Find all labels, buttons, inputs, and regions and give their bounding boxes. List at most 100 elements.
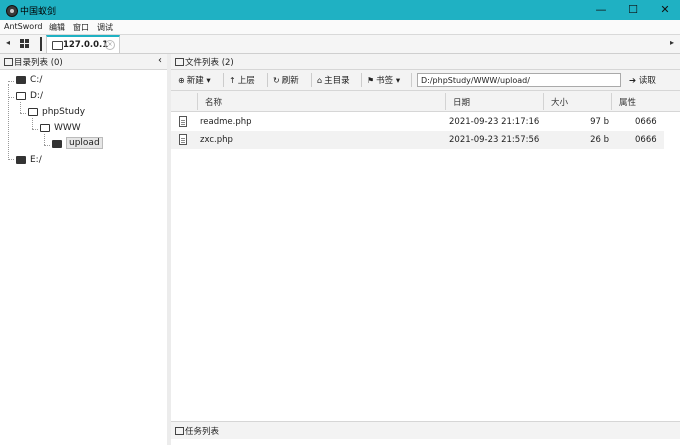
file-date: 2021-09-23 21:57:56 (449, 135, 540, 145)
column-header-size[interactable]: 大小 (551, 96, 568, 108)
chevron-down-icon: ▾ (395, 76, 401, 86)
tree-guide (20, 113, 26, 114)
file-panel: 文件列表 (2) ⊕新建 ▾ ↑上层 ↻刷新 ⌂主目录 ⚑书签 ▾ ➔ 读取 名… (171, 54, 680, 445)
task-panel-title: 任务列表 (185, 427, 220, 437)
bookmark-icon: ⚑ (367, 76, 375, 85)
tree-node-label: WWW (54, 123, 81, 133)
toolbar-divider (311, 73, 312, 87)
tree-guide (8, 84, 9, 158)
path-input[interactable] (417, 73, 621, 87)
up-button[interactable]: ↑ 上层 (229, 74, 255, 86)
toolbar-divider (223, 73, 224, 87)
tree-guide (8, 159, 14, 160)
folder-open-icon (40, 124, 50, 132)
toolbar-divider (411, 73, 412, 87)
file-name: readme.php (200, 117, 252, 127)
new-label: 新建 (186, 76, 204, 86)
tree-guide (32, 129, 38, 130)
column-header-name[interactable]: 名称 (205, 96, 222, 108)
file-table-header: 名称 日期 大小 属性 (171, 91, 664, 112)
tree-node-label: C:/ (30, 75, 43, 85)
file-panel-header: 文件列表 (2) (171, 54, 680, 70)
menu-debug[interactable]: 调试 (97, 22, 113, 33)
column-header-attr[interactable]: 属性 (619, 96, 636, 108)
table-header-spacer (664, 91, 680, 112)
up-label: 上层 (237, 76, 255, 86)
app-logo-icon (6, 5, 18, 17)
tab-divider (40, 37, 42, 51)
tab-grid-icon[interactable] (20, 39, 29, 48)
read-button[interactable]: ➔ 读取 (629, 74, 656, 86)
directory-panel-header: 目录列表 (0) ‹ (0, 54, 167, 70)
minimize-button[interactable]: — (585, 0, 617, 20)
home-button[interactable]: ⌂ 主目录 (317, 74, 350, 86)
tab-scroll-right-button[interactable]: ▸ (670, 38, 674, 47)
file-date: 2021-09-23 21:17:16 (449, 117, 540, 127)
refresh-label: 刷新 (281, 76, 299, 86)
folder-open-icon (16, 92, 26, 100)
folder-closed-icon (16, 156, 26, 164)
file-row[interactable]: zxc.php 2021-09-23 21:57:56 26 b 0666 (171, 131, 664, 149)
bookmark-button[interactable]: ⚑ 书签 ▾ (367, 74, 400, 86)
chevron-down-icon: ▾ (206, 76, 211, 86)
file-attr: 0666 (635, 135, 657, 145)
home-icon: ⌂ (317, 76, 323, 85)
php-file-icon (179, 134, 187, 145)
refresh-button[interactable]: ↻ 刷新 (273, 74, 299, 86)
tab-scroll-left-button[interactable]: ◂ (6, 38, 10, 47)
window-title: 中国蚁剑 (20, 7, 57, 17)
directory-panel: 目录列表 (0) ‹ C:/ D:/ phpStudy WWW upload E… (0, 54, 168, 445)
maximize-button[interactable]: ☐ (617, 0, 649, 20)
column-divider (445, 93, 446, 110)
toolbar-divider (267, 73, 268, 87)
collapse-panel-button[interactable]: ‹ (158, 55, 162, 66)
menu-bar: AntSword 编辑 窗口 调试 (0, 20, 680, 35)
tab-label: 127.0.0.1 (63, 40, 109, 50)
tree-guide (20, 102, 21, 113)
folder-icon (4, 58, 13, 66)
tree-node-label: upload (66, 137, 103, 149)
directory-panel-title: 目录列表 (0) (14, 58, 63, 68)
folder-icon (52, 41, 63, 50)
bookmark-label: 书签 (376, 76, 394, 86)
tab-close-icon[interactable]: × (105, 40, 115, 50)
tree-guide (8, 81, 14, 82)
tree-node-label: phpStudy (42, 107, 86, 117)
menu-edit[interactable]: 编辑 (49, 22, 65, 33)
arrow-right-icon: ➔ (629, 76, 637, 86)
folder-icon (175, 58, 184, 66)
refresh-icon: ↻ (273, 76, 280, 85)
tree-guide (44, 134, 45, 145)
tab-bar: ◂ 127.0.0.1 × ▸ (0, 35, 680, 54)
tree-node-label: E:/ (30, 155, 42, 165)
close-button[interactable]: ✕ (649, 0, 680, 20)
tree-guide (44, 145, 50, 146)
file-size: 26 b (590, 135, 609, 145)
file-toolbar: ⊕新建 ▾ ↑上层 ↻刷新 ⌂主目录 ⚑书签 ▾ ➔ 读取 (171, 70, 680, 91)
read-label: 读取 (638, 76, 656, 86)
tree-node-label: D:/ (30, 91, 43, 101)
column-header-date[interactable]: 日期 (453, 96, 470, 108)
file-panel-title: 文件列表 (2) (185, 58, 234, 68)
menu-antsword[interactable]: AntSword (4, 22, 42, 31)
title-bar: 中国蚁剑 — ☐ ✕ (0, 0, 680, 20)
tab-127-0-0-1[interactable]: 127.0.0.1 × (46, 35, 120, 53)
file-size: 97 b (590, 117, 609, 127)
folder-open-icon (28, 108, 38, 116)
tree-guide (32, 118, 33, 129)
php-file-icon (179, 116, 187, 127)
home-label: 主目录 (324, 76, 350, 86)
list-icon (175, 427, 184, 435)
file-row[interactable]: readme.php 2021-09-23 21:17:16 97 b 0666 (171, 113, 664, 131)
column-divider (197, 93, 198, 110)
menu-window[interactable]: 窗口 (73, 22, 89, 33)
file-name: zxc.php (200, 135, 233, 145)
new-button[interactable]: ⊕ 新建 ▾ (178, 74, 211, 86)
task-panel-bar[interactable]: 任务列表 (171, 421, 680, 439)
toolbar-divider (361, 73, 362, 87)
column-divider (611, 93, 612, 110)
plus-circle-icon: ⊕ (178, 76, 185, 85)
tree-guide (8, 97, 14, 98)
arrow-up-icon: ↑ (229, 76, 236, 85)
file-attr: 0666 (635, 117, 657, 127)
